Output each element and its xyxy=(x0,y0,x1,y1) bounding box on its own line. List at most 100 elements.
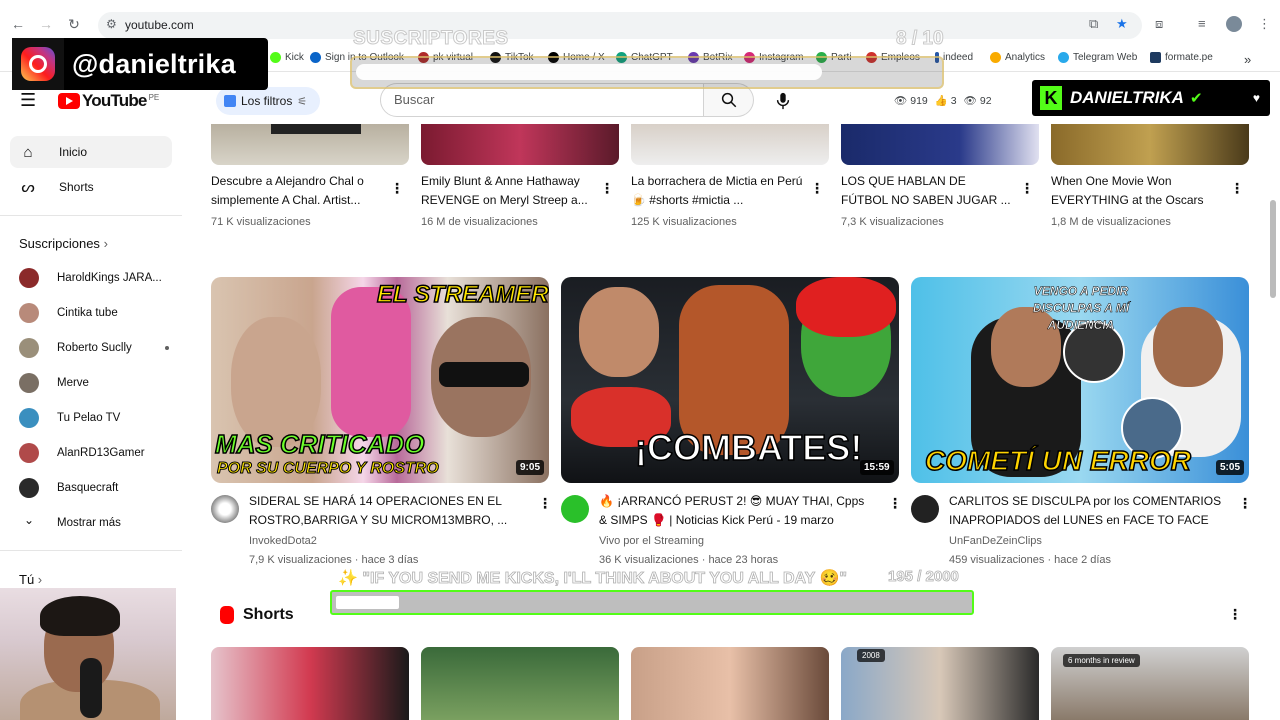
hamburger-menu-icon[interactable]: ☰ xyxy=(20,90,36,111)
more-options-icon[interactable]: ⋮ xyxy=(810,180,824,197)
sidebar-item-label: Inicio xyxy=(59,145,88,159)
sidebar-item-inicio[interactable]: ⌂ Inicio xyxy=(10,136,172,168)
short-thumbnail[interactable] xyxy=(631,647,829,720)
video-thumbnail[interactable] xyxy=(211,124,409,165)
filters-button[interactable]: Los filtros ⚟ xyxy=(216,87,320,115)
video-views: 125 K visualizaciones xyxy=(631,216,737,228)
channel-avatar[interactable] xyxy=(561,495,589,523)
show-more-button[interactable]: ⌄ Mostrar más xyxy=(19,513,169,533)
kick-goal-bar xyxy=(330,590,974,615)
shorts-logo-icon xyxy=(220,606,234,624)
more-options-icon[interactable]: ⋮ xyxy=(538,495,552,512)
site-info-icon[interactable]: ⚙ xyxy=(106,17,117,31)
video-title[interactable]: LOS QUE HABLAN DE FÚTBOL NO SABEN JUGAR … xyxy=(841,172,1013,210)
instagram-badge: @danieltrika xyxy=(12,38,268,90)
bookmark-analytics[interactable]: Analytics xyxy=(990,52,1045,63)
address-bar[interactable] xyxy=(98,12,1142,39)
page-scrollbar[interactable] xyxy=(1270,200,1276,298)
channel-name[interactable]: UnFanDeZeinClips xyxy=(949,535,1042,547)
subscription-item[interactable]: Merve xyxy=(19,373,169,393)
bookmark-telegram[interactable]: Telegram Web xyxy=(1058,52,1137,63)
microphone-icon xyxy=(776,92,790,110)
thumb-detail xyxy=(271,124,361,134)
video-title[interactable]: La borrachera de Mictia en Perú 🍺 #short… xyxy=(631,172,803,210)
video-title[interactable]: Emily Blunt & Anne Hathaway REVENGE on M… xyxy=(421,172,593,210)
channel-name[interactable]: InvokedDota2 xyxy=(249,535,317,547)
video-thumbnail[interactable]: EL STREAMER MAS CRITICADO POR SU CUERPO … xyxy=(211,277,549,483)
more-options-icon[interactable]: ⋮ xyxy=(390,180,404,197)
instagram-handle: @danieltrika xyxy=(72,48,236,79)
avatar xyxy=(19,373,39,393)
video-thumbnail[interactable]: VENGO A PEDIR DISCULPAS A MÍ AUDIENCIA C… xyxy=(911,277,1249,483)
kick-logo-icon: K xyxy=(1040,86,1062,110)
sidebar-divider xyxy=(0,550,182,551)
video-thumbnail[interactable]: ¡COMBATES! xyxy=(561,277,899,483)
bookmarks-overflow-icon[interactable]: » xyxy=(1244,52,1251,67)
short-thumbnail[interactable] xyxy=(211,647,409,720)
subscriptions-header[interactable]: Suscripciones › xyxy=(19,236,108,251)
subscription-item[interactable]: HaroldKings JARA... xyxy=(19,268,169,288)
sidebar-item-shorts[interactable]: ᔕ Shorts xyxy=(10,171,172,203)
more-options-icon[interactable]: ⋮ xyxy=(1230,180,1244,197)
bookmark-star-icon[interactable]: ★ xyxy=(1116,16,1128,32)
back-icon[interactable]: ← xyxy=(8,14,28,34)
country-code: PE xyxy=(148,92,160,102)
profile-avatar[interactable] xyxy=(1226,16,1242,32)
bookmark-formate[interactable]: formate.pe xyxy=(1150,52,1213,63)
microphone-icon xyxy=(80,658,102,718)
thumb-person xyxy=(331,287,411,437)
telegram-icon xyxy=(1058,52,1069,63)
video-title[interactable]: CARLITOS SE DISCULPA por los COMENTARIOS… xyxy=(949,492,1229,530)
bookmark-kick[interactable]: Kick xyxy=(270,52,304,63)
subscription-item[interactable]: Basquecraft xyxy=(19,478,169,498)
voice-search-button[interactable] xyxy=(766,84,800,118)
channel-name[interactable]: Vivo por el Streaming xyxy=(599,535,704,547)
video-title[interactable]: Descubre a Alejandro Chal o simplemente … xyxy=(211,172,381,210)
video-meta: 36 K visualizaciones · hace 23 horas xyxy=(599,554,779,566)
forward-icon[interactable]: → xyxy=(36,14,56,34)
more-options-icon[interactable]: ⋮ xyxy=(1228,606,1242,623)
video-title[interactable]: When One Movie Won EVERYTHING at the Osc… xyxy=(1051,172,1223,210)
subscription-item[interactable]: Cintika tube xyxy=(19,303,169,323)
video-thumbnail[interactable] xyxy=(631,124,829,165)
url-text[interactable]: youtube.com xyxy=(125,18,194,32)
chevron-down-icon: ⌄ xyxy=(23,513,35,527)
more-options-icon[interactable]: ⋮ xyxy=(600,180,614,197)
channel-avatar[interactable] xyxy=(211,495,239,523)
avatar xyxy=(19,478,39,498)
filters-label: Los filtros xyxy=(241,94,293,108)
video-thumbnail[interactable] xyxy=(1051,124,1249,165)
video-thumbnail[interactable] xyxy=(421,124,619,165)
short-thumbnail[interactable]: 6 months in review xyxy=(1051,647,1249,720)
sidebar-divider xyxy=(0,215,182,216)
formate-icon xyxy=(1150,52,1161,63)
install-icon[interactable]: ⧉ xyxy=(1089,16,1098,32)
search-icon xyxy=(721,92,736,108)
reload-icon[interactable]: ↻ xyxy=(64,14,84,34)
chrome-menu-icon[interactable]: ⋮ xyxy=(1258,16,1271,32)
you-header[interactable]: Tú › xyxy=(19,572,42,587)
short-tag: 2008 xyxy=(857,649,885,662)
subscriber-goal-fill xyxy=(356,64,822,80)
subscription-item[interactable]: Roberto Suclly xyxy=(19,338,169,358)
youtube-logo[interactable]: YouTube PE xyxy=(58,91,159,111)
subscription-item[interactable]: Tu Pelao TV xyxy=(19,408,169,428)
youtube-logo-text: YouTube xyxy=(82,91,147,110)
short-thumbnail[interactable] xyxy=(421,647,619,720)
subscription-item[interactable]: AlanRD13Gamer xyxy=(19,443,169,463)
video-title[interactable]: 🔥 ¡ARRANCÓ PERUST 2! 😎 MUAY THAI, Cpps &… xyxy=(599,492,875,530)
reading-list-icon[interactable]: ≡ xyxy=(1198,16,1206,31)
filter-extension-icon xyxy=(224,95,236,107)
more-options-icon[interactable]: ⋮ xyxy=(888,495,902,512)
more-options-icon[interactable]: ⋮ xyxy=(1020,180,1034,197)
likes-stat: 👍 3 xyxy=(934,95,957,107)
views-stat: 👁 919 xyxy=(894,95,928,107)
new-content-dot xyxy=(165,346,169,350)
video-thumbnail[interactable] xyxy=(841,124,1039,165)
extensions-icon[interactable]: ⧈ xyxy=(1155,16,1163,32)
video-title[interactable]: SIDERAL SE HARÁ 14 OPERACIONES EN EL ROS… xyxy=(249,492,517,530)
more-options-icon[interactable]: ⋮ xyxy=(1238,495,1252,512)
short-thumbnail[interactable]: 2008 xyxy=(841,647,1039,720)
video-views: 16 M de visualizaciones xyxy=(421,216,538,228)
channel-avatar[interactable] xyxy=(911,495,939,523)
